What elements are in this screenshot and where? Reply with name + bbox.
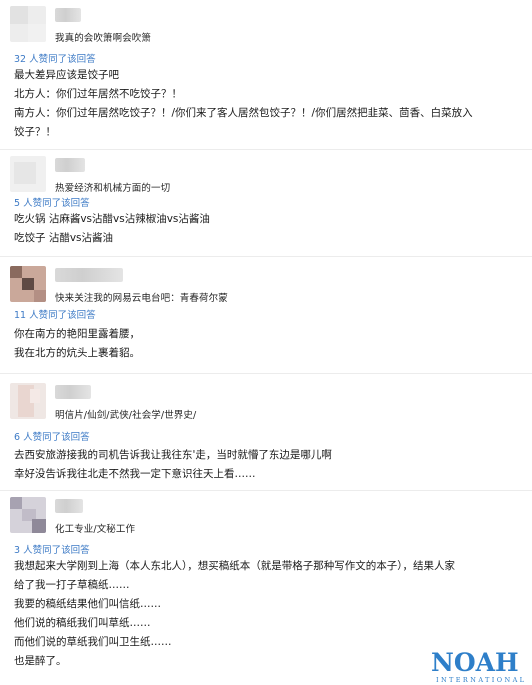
content-line: 幸好没告诉我往北走不然我一定下意识往天上看…… xyxy=(14,468,256,480)
author-name-blurred[interactable] xyxy=(55,385,91,399)
author-row: 化工专业/文秘工作 xyxy=(10,497,135,535)
noah-international-watermark: NOAH INTERNATIONAL xyxy=(431,648,527,685)
watermark-main: NOAH xyxy=(431,648,519,677)
avatar[interactable] xyxy=(10,6,46,42)
author-name-blurred[interactable] xyxy=(55,268,123,282)
author-bio: 快来关注我的网易云电台吧：青春荷尔蒙 xyxy=(55,293,228,304)
divider xyxy=(0,256,532,257)
content-line: 他们说的稿纸我们叫草纸…… xyxy=(14,617,151,629)
vote-count[interactable]: 11 人赞同了该回答 xyxy=(14,307,96,321)
content-line: 南方人：你们过年居然吃饺子？！/你们来了客人居然包饺子？！/你们居然把韭菜、茴香… xyxy=(14,107,473,119)
author-bio: 我真的会吹箫啊会吹箫 xyxy=(55,33,152,44)
author-name-blurred[interactable] xyxy=(55,499,83,513)
vote-count[interactable]: 5 人赞同了该回答 xyxy=(14,195,90,209)
author-info: 明信片/仙剑/武侠/社会学/世界史/ xyxy=(55,383,196,421)
answer-content: 吃火锅 沾麻酱vs沾醋vs沾辣椒油vs沾酱油 吃饺子 沾醋vs沾酱油 xyxy=(14,210,210,248)
answer-content: 去西安旅游接我的司机告诉我让我往东'走，当时就懵了东边是哪儿啊 幸好没告诉我往北… xyxy=(14,446,332,484)
author-row: 热爱经济和机械方面的一切 xyxy=(10,156,170,194)
author-info: 化工专业/文秘工作 xyxy=(55,497,135,535)
content-line: 饺子？！ xyxy=(14,126,56,138)
author-row: 快来关注我的网易云电台吧：青春荷尔蒙 xyxy=(10,266,228,304)
content-line: 最大差异应该是饺子吧 xyxy=(14,69,119,81)
vote-count[interactable]: 32 人赞同了该回答 xyxy=(14,51,96,65)
avatar[interactable] xyxy=(10,497,46,533)
author-row: 明信片/仙剑/武侠/社会学/世界史/ xyxy=(10,383,196,421)
vote-count[interactable]: 6 人赞同了该回答 xyxy=(14,429,90,443)
content-line: 北方人：你们过年居然不吃饺子？！ xyxy=(14,88,182,100)
author-info: 快来关注我的网易云电台吧：青春荷尔蒙 xyxy=(55,266,228,304)
answer-content: 最大差异应该是饺子吧 北方人：你们过年居然不吃饺子？！ 南方人：你们过年居然吃饺… xyxy=(14,66,473,142)
divider xyxy=(0,373,532,374)
avatar[interactable] xyxy=(10,156,46,192)
content-line: 我在北方的炕头上裹着貂。 xyxy=(14,347,140,359)
author-bio: 化工专业/文秘工作 xyxy=(55,524,136,535)
author-bio: 明信片/仙剑/武侠/社会学/世界史/ xyxy=(55,410,197,421)
author-bio: 热爱经济和机械方面的一切 xyxy=(55,183,171,194)
watermark-sub: INTERNATIONAL xyxy=(436,676,527,684)
answer-content: 我想起来大学刚到上海（本人东北人），想买稿纸本（就是带格子那种写作文的本子），结… xyxy=(14,557,455,671)
divider xyxy=(0,149,532,150)
content-line: 我要的稿纸结果他们叫信纸…… xyxy=(14,598,161,610)
author-name-blurred[interactable] xyxy=(55,158,85,172)
content-line: 给了我一打子草稿纸…… xyxy=(14,579,130,591)
divider xyxy=(0,490,532,491)
author-info: 我真的会吹箫啊会吹箫 xyxy=(55,6,151,44)
answer-content: 你在南方的艳阳里露着腰， 我在北方的炕头上裹着貂。 xyxy=(14,325,140,363)
content-line: 而他们说的草纸我们叫卫生纸…… xyxy=(14,636,172,648)
author-name-blurred[interactable] xyxy=(55,8,81,22)
content-line: 我想起来大学刚到上海（本人东北人），想买稿纸本（就是带格子那种写作文的本子），结… xyxy=(14,560,455,572)
content-line: 去西安旅游接我的司机告诉我让我往东'走，当时就懵了东边是哪儿啊 xyxy=(14,449,332,461)
avatar[interactable] xyxy=(10,383,46,419)
author-info: 热爱经济和机械方面的一切 xyxy=(55,156,170,194)
avatar[interactable] xyxy=(10,266,46,302)
content-line: 吃饺子 沾醋vs沾酱油 xyxy=(14,232,114,244)
content-line: 也是醉了。 xyxy=(14,655,67,667)
content-line: 吃火锅 沾麻酱vs沾醋vs沾辣椒油vs沾酱油 xyxy=(14,213,210,225)
vote-count[interactable]: 3 人赞同了该回答 xyxy=(14,542,90,556)
content-line: 你在南方的艳阳里露着腰， xyxy=(14,328,140,340)
author-row: 我真的会吹箫啊会吹箫 xyxy=(10,6,151,44)
